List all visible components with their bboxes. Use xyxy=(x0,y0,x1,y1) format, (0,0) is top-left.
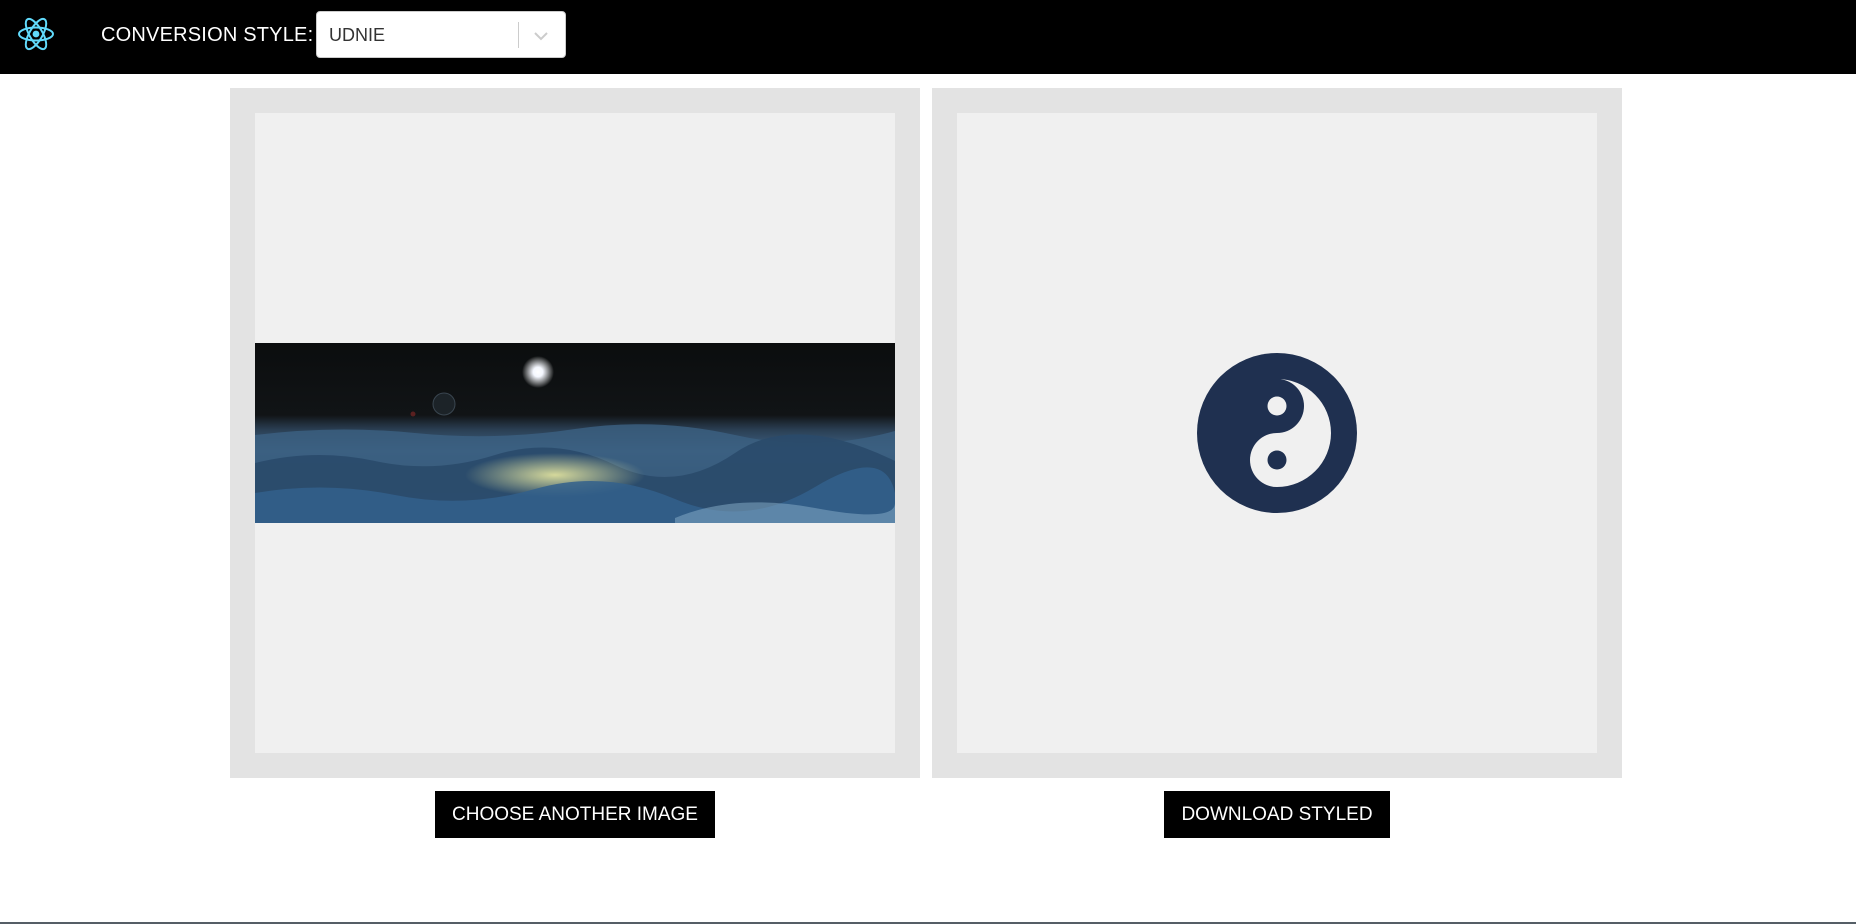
choose-another-image-button[interactable]: CHOOSE ANOTHER IMAGE xyxy=(435,791,715,838)
space-landscape-image xyxy=(255,343,895,523)
styled-image-panel xyxy=(932,88,1622,778)
react-atom-icon[interactable] xyxy=(16,16,56,52)
yin-yang-icon xyxy=(1197,353,1357,513)
selected-style-value: UDNIE xyxy=(329,25,386,45)
conversion-style-label: CONVERSION STYLE: xyxy=(101,24,314,46)
download-styled-button[interactable]: DOWNLOAD STYLED xyxy=(1164,791,1390,838)
select-separator xyxy=(518,22,519,48)
chevron-down-icon[interactable] xyxy=(530,26,552,46)
conversion-style-select[interactable]: UDNIE xyxy=(316,11,566,58)
styled-image-frame xyxy=(957,113,1597,753)
top-bar: CONVERSION STYLE: UDNIE xyxy=(0,0,1856,74)
input-image-panel xyxy=(230,88,920,778)
input-image-frame xyxy=(255,113,895,753)
